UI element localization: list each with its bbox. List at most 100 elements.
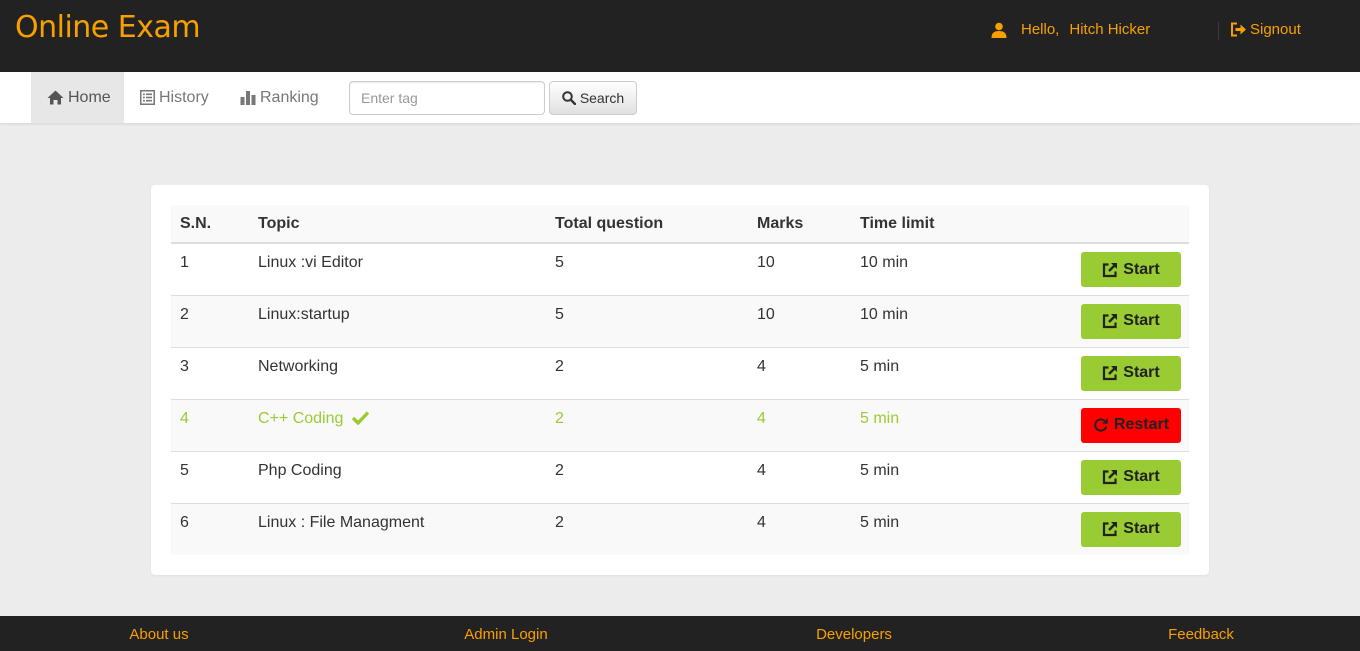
home-icon [47, 90, 64, 105]
col-marks: Marks [748, 205, 851, 244]
quiz-panel: S.N. Topic Total question Marks Time lim… [151, 185, 1209, 575]
col-sn: S.N. [171, 205, 249, 244]
user-greeting: Hello, Hitch Hicker [991, 21, 1150, 38]
cell-sn: 2 [171, 294, 249, 347]
table-row: 5 Php Coding 2 4 5 min Start [171, 450, 1189, 503]
col-time-limit: Time limit [851, 205, 1073, 244]
cell-topic: Php Coding [249, 450, 546, 503]
start-button[interactable]: Start [1081, 303, 1181, 339]
cell-topic: Linux:startup [249, 294, 546, 347]
start-button-label: Start [1123, 312, 1160, 329]
external-link-icon [1103, 366, 1118, 381]
external-link-icon [1103, 262, 1118, 277]
quiz-table: S.N. Topic Total question Marks Time lim… [171, 205, 1189, 555]
cell-total: 5 [555, 254, 564, 271]
restart-button[interactable]: Restart [1081, 407, 1181, 443]
cell-total: 2 [546, 346, 748, 399]
cell-action: Start [1073, 502, 1189, 555]
user-icon [991, 22, 1007, 38]
cell-topic: C++ Coding [249, 398, 546, 451]
cell-sn: 4 [171, 398, 249, 451]
table-row-completed: 4 C++ Coding 2 4 5 min Restart [171, 398, 1189, 451]
greeting-text: Hello, [1021, 21, 1060, 38]
external-link-icon [1103, 314, 1118, 329]
header-divider [1218, 22, 1219, 40]
cell-time: 10 min [851, 294, 1073, 347]
cell-action: Restart [1073, 398, 1189, 451]
table-row: 6 Linux : File Managment 2 4 5 min Start [171, 502, 1189, 555]
cell-marks: 4 [748, 450, 851, 503]
cell-sn: 6 [171, 502, 249, 555]
cell-action: Start [1073, 346, 1189, 399]
username[interactable]: Hitch Hicker [1069, 21, 1150, 38]
cell-total: 2 [546, 502, 748, 555]
start-button-label: Start [1123, 260, 1160, 278]
check-icon [351, 410, 369, 425]
cell-time: 5 min [851, 346, 1073, 399]
cell-action: Start [1073, 294, 1189, 347]
signout-icon [1231, 22, 1246, 37]
external-link-icon [1103, 470, 1118, 485]
cell-topic: Networking [249, 346, 546, 399]
col-topic: Topic [249, 205, 546, 244]
cell-sn: 5 [171, 450, 249, 503]
signout-link[interactable]: Signout [1230, 21, 1301, 38]
cell-topic: Linux : File Managment [249, 502, 546, 555]
nav-home[interactable]: Home [31, 72, 124, 123]
site-logo[interactable]: Online Exam [15, 10, 201, 45]
start-button[interactable]: Start [1081, 459, 1181, 495]
cell-total: 2 [546, 450, 748, 503]
footer-feedback-link[interactable]: Feedback [1031, 626, 1360, 643]
nav-home-label: Home [68, 88, 111, 106]
col-action [1073, 205, 1189, 244]
search-button-label: Search [579, 90, 625, 106]
cell-total: 5 [546, 294, 748, 347]
cell-time: 5 min [851, 450, 1073, 503]
cell-marks: 4 [748, 398, 851, 451]
col-total-question: Total question [546, 205, 748, 244]
tag-search-input[interactable] [349, 81, 545, 115]
cell-marks: 4 [748, 346, 851, 399]
cell-time: 5 min [851, 398, 1073, 451]
start-button-label: Start [1123, 364, 1160, 381]
search-icon [562, 91, 576, 105]
refresh-icon [1094, 418, 1108, 432]
nav-ranking[interactable]: Ranking [240, 72, 319, 123]
table-row: 2 Linux:startup 5 10 10 min Start [171, 294, 1189, 347]
table-row: 3 Networking 2 4 5 min Start [171, 346, 1189, 399]
list-icon [140, 90, 155, 105]
cell-time: 5 min [851, 502, 1073, 555]
restart-button-label: Restart [1113, 416, 1170, 433]
start-button[interactable]: Start [1081, 511, 1181, 547]
start-button-label: Start [1123, 520, 1160, 537]
bar-chart-icon [240, 91, 256, 105]
cell-sn: 1 [180, 254, 189, 271]
top-header: Online Exam Hello, Hitch Hicker Signout [0, 0, 1360, 72]
table-header: S.N. Topic Total question Marks Time lim… [171, 205, 1189, 244]
cell-marks: 4 [748, 502, 851, 555]
cell-action: Start [1073, 243, 1189, 295]
start-button[interactable]: Start [1081, 355, 1181, 391]
nav-history[interactable]: History [140, 72, 209, 123]
footer-developers-link[interactable]: Developers [684, 626, 1024, 643]
cell-sn: 3 [171, 346, 249, 399]
start-button-label: Start [1123, 468, 1160, 485]
start-button[interactable]: Start [1081, 252, 1181, 287]
signout-label: Signout [1250, 21, 1301, 38]
nav-history-label: History [159, 88, 209, 106]
topic-label: C++ Coding [258, 409, 344, 427]
search-button[interactable]: Search [549, 81, 637, 115]
cell-marks: 10 [748, 294, 851, 347]
nav-ranking-label: Ranking [260, 88, 319, 106]
main-navbar: Home History Ranking Search [0, 72, 1360, 124]
footer-admin-login-link[interactable]: Admin Login [336, 626, 676, 643]
page-footer: About us Admin Login Developers Feedback [0, 616, 1360, 651]
table-row: 1 Linux :vi Editor 5 10 10 min Start [171, 243, 1189, 295]
cell-marks: 10 [757, 254, 775, 271]
cell-topic: Linux :vi Editor [258, 254, 363, 271]
cell-total: 2 [546, 398, 748, 451]
external-link-icon [1103, 522, 1118, 537]
cell-time: 10 min [860, 254, 909, 271]
cell-action: Start [1073, 450, 1189, 503]
footer-about-link[interactable]: About us [0, 626, 329, 643]
